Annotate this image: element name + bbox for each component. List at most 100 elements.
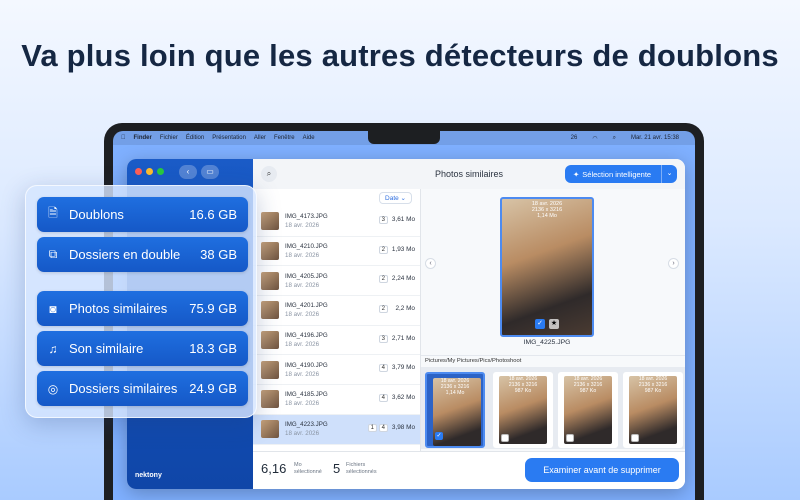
list-item[interactable]: IMG_4205.JPG 18 avr. 2026 2 2,24 Mo xyxy=(253,266,420,297)
menu-window[interactable]: Fenêtre xyxy=(274,135,295,141)
file-date: 18 avr. 2026 xyxy=(285,341,320,349)
file-name: IMG_4205.JPG xyxy=(285,272,328,280)
overlap-icon: ◎ xyxy=(47,381,59,396)
file-name: IMG_4196.JPG xyxy=(285,332,328,340)
duplicate-count: 4 xyxy=(378,423,388,432)
selected-count: 1 xyxy=(367,423,377,432)
tile-checkbox[interactable] xyxy=(631,434,639,442)
thumbnail xyxy=(261,331,279,350)
file-name: IMG_4185.JPG xyxy=(285,391,328,399)
duplicate-count: 2 xyxy=(378,275,388,284)
chevron-down-icon[interactable]: ⌄ xyxy=(661,165,677,183)
minimize-button[interactable] xyxy=(146,168,153,175)
tile-checkbox[interactable] xyxy=(501,434,509,442)
category-similar-audio[interactable]: ♫ Son similaire 18.3 GB xyxy=(37,331,248,366)
list-item[interactable]: IMG_4196.JPG 18 avr. 2026 3 2,71 Mo xyxy=(253,326,420,356)
category-similar-folders[interactable]: ◎ Dossiers similaires 24.9 GB xyxy=(37,371,248,406)
music-icon: ♫ xyxy=(48,341,58,356)
wifi-icon[interactable]: ◠ xyxy=(592,135,597,142)
category-size: 16.6 GB xyxy=(189,207,237,222)
document-icon: 🗎 xyxy=(48,206,58,220)
similar-photo-tile[interactable]: 18 avr. 2026 2136 x 3216 987 Ko xyxy=(623,372,683,448)
sort-bar: Date ⌄ xyxy=(253,189,420,207)
battery-indicator[interactable]: 26 xyxy=(571,135,578,142)
tile-meta: 18 avr. 2026 2136 x 3216 1,14 Mo xyxy=(440,378,470,396)
sparkle-icon: ✦ xyxy=(573,169,580,179)
menu-file[interactable]: Fichier xyxy=(160,135,178,141)
checkbox-checked-icon[interactable]: ✓ xyxy=(535,319,545,329)
camera-icon: ◙ xyxy=(49,301,57,316)
chevron-left-icon[interactable]: ‹ xyxy=(425,258,436,269)
preview-meta: 18 avr. 2026 2136 x 3216 1,14 Mo xyxy=(502,201,592,219)
review-before-delete-button[interactable]: Examiner avant de supprimer xyxy=(525,458,679,482)
menu-view[interactable]: Présentation xyxy=(212,135,246,141)
star-icon[interactable]: ★ xyxy=(549,319,559,329)
list-item[interactable]: IMG_4190.JPG 18 avr. 2026 4 3,79 Mo xyxy=(253,355,420,386)
list-item[interactable]: IMG_4210.JPG 18 avr. 2026 2 1,93 Mo xyxy=(253,237,420,267)
clock[interactable]: Mar. 21 avr. 15:38 xyxy=(631,135,679,142)
category-duplicates[interactable]: 🗎 Doublons 16.6 GB xyxy=(37,197,248,232)
list-item-selected[interactable]: IMG_4223.JPG 18 avr. 2026 1 4 3,98 Mo xyxy=(253,414,420,445)
list-item[interactable]: IMG_4173.JPG 18 avr. 2026 3 3,61 Mo xyxy=(253,207,420,237)
list-item[interactable]: IMG_4201.JPG 18 avr. 2026 2 2,2 Mo xyxy=(253,296,420,326)
similar-photo-tile[interactable]: 18 avr. 2026 2136 x 3216 1,14 Mo ✓ xyxy=(425,372,485,448)
menu-finder[interactable]: Finder xyxy=(134,135,152,141)
selected-files-label: Fichiers sélectionnés xyxy=(346,462,377,475)
file-size: 3,61 Mo xyxy=(391,216,415,223)
tile-meta: 18 avr. 2026 2136 x 3216 987 Ko xyxy=(573,376,603,394)
category-size: 24.9 GB xyxy=(189,381,237,396)
file-date: 18 avr. 2026 xyxy=(285,311,320,319)
category-similar-photos[interactable]: ◙ Photos similaires 75.9 GB xyxy=(37,291,248,326)
zoom-button[interactable] xyxy=(157,168,164,175)
close-button[interactable] xyxy=(135,168,142,175)
file-path: Pictures/My Pictures/Pics/Photoshoot xyxy=(421,355,685,365)
similar-photo-tile[interactable]: 18 avr. 2026 2136 x 3216 987 Ko xyxy=(558,372,618,448)
file-date: 18 avr. 2026 xyxy=(285,281,320,289)
search-menu-icon[interactable]: ⌕ xyxy=(613,135,616,142)
category-duplicate-folders[interactable]: ⧉ Dossiers en double 38 GB xyxy=(37,237,248,272)
chevron-right-icon[interactable]: › xyxy=(668,258,679,269)
preview-pane: ‹ › 18 avr. 2026 2136 x 3216 1,14 Mo ✓ ★… xyxy=(421,189,685,451)
category-size: 75.9 GB xyxy=(189,301,237,316)
menu-help[interactable]: Aide xyxy=(303,135,315,141)
category-label: Dossiers en double xyxy=(69,247,181,262)
headline: Va plus loin que les autres détecteurs d… xyxy=(21,38,779,73)
copy-icon: ⧉ xyxy=(48,247,58,261)
category-label: Doublons xyxy=(69,207,124,222)
tile-checkbox[interactable]: ✓ xyxy=(435,432,443,440)
list-item[interactable]: IMG_4185.JPG 18 avr. 2026 4 3,62 Mo xyxy=(253,385,420,415)
duplicate-count: 2 xyxy=(378,305,388,314)
thumbnail xyxy=(261,212,279,231)
file-date: 18 avr. 2026 xyxy=(285,400,320,408)
window-title: Photos similaires xyxy=(434,169,504,179)
file-size: 2,24 Mo xyxy=(391,275,415,283)
preview-image[interactable]: 18 avr. 2026 2136 x 3216 1,14 Mo ✓ ★ xyxy=(500,197,594,337)
duplicate-count: 3 xyxy=(378,334,388,343)
search-button[interactable]: ⌕ xyxy=(261,166,277,182)
thumbnail xyxy=(261,301,279,320)
back-button[interactable]: ‹ xyxy=(179,165,197,179)
thumbnail xyxy=(261,271,279,290)
menu-edit[interactable]: Édition xyxy=(186,135,204,141)
sidebar-toggle-button[interactable]: ▭ xyxy=(201,165,219,179)
thumbnail xyxy=(261,242,279,261)
sort-date-button[interactable]: Date ⌄ xyxy=(379,192,412,204)
category-size: 38 GB xyxy=(200,247,237,262)
tile-meta: 18 avr. 2026 2136 x 3216 987 Ko xyxy=(638,376,668,394)
file-size: 3,98 Mo xyxy=(391,423,415,431)
file-size: 3,79 Mo xyxy=(391,364,415,372)
smart-selection-button[interactable]: ✦ Sélection intelligente ⌄ xyxy=(565,165,677,183)
smart-selection-label: Sélection intelligente xyxy=(582,169,652,179)
category-label: Dossiers similaires xyxy=(69,381,178,396)
apple-icon[interactable]:  xyxy=(121,135,126,141)
preview-size: 1,14 Mo xyxy=(537,213,557,219)
tile-checkbox[interactable] xyxy=(566,434,574,442)
menu-go[interactable]: Aller xyxy=(254,135,266,141)
file-date: 18 avr. 2026 xyxy=(285,252,320,260)
main-area: ⌕ Photos similaires ✦ Sélection intellig… xyxy=(253,159,685,489)
file-size: 3,62 Mo xyxy=(391,394,415,402)
window-controls xyxy=(135,168,164,175)
selected-size-label: Mo sélectionné xyxy=(294,462,322,475)
similar-photo-tile[interactable]: 18 avr. 2026 2136 x 3216 987 Ko xyxy=(493,372,553,448)
footer-bar: 6,16 Mo sélectionné 5 Fichiers sélectionné… xyxy=(253,451,685,489)
